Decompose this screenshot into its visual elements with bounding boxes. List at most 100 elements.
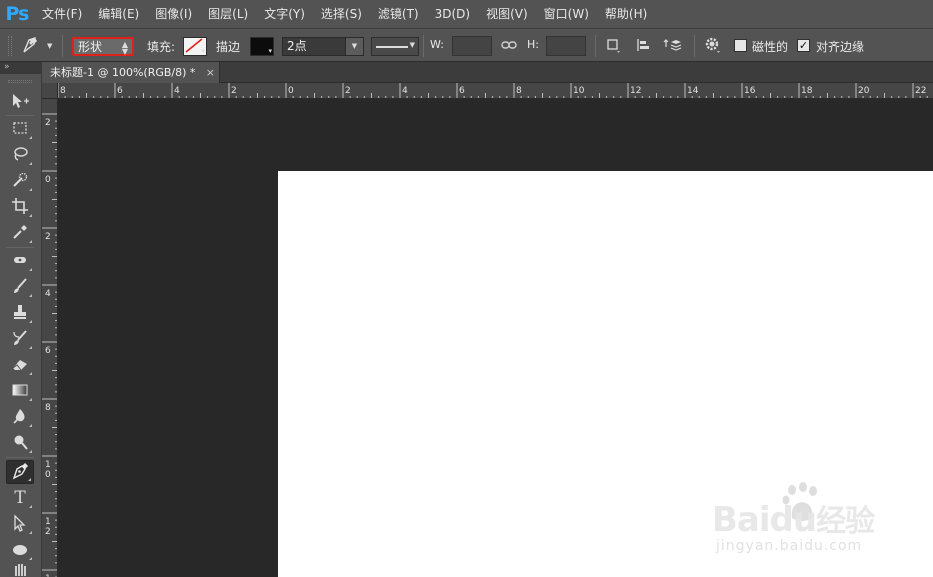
ruler-label: 12: [630, 86, 641, 96]
magnetic-checkbox[interactable]: [734, 39, 747, 52]
path-operations-button[interactable]: [602, 36, 624, 56]
bandage-icon: [11, 251, 29, 272]
document-tab-title: 未标题-1 @ 100%(RGB/8) *: [50, 66, 196, 79]
ruler-label: 4: [402, 86, 408, 96]
menu-filter[interactable]: 滤镜(T): [370, 0, 427, 28]
ruler-label: 6: [459, 86, 465, 96]
watermark-brand: Baidu经验: [712, 500, 875, 540]
crop-icon: [11, 197, 29, 218]
hand-tool[interactable]: [6, 564, 34, 577]
ruler-label: 14: [687, 86, 699, 96]
pen-icon: [20, 34, 46, 59]
arrange-layers-icon: [663, 37, 683, 56]
fill-label: 填充:: [147, 40, 176, 54]
ruler-label: 0: [45, 470, 51, 480]
menu-select[interactable]: 选择(S): [313, 0, 370, 28]
quick-selection-tool[interactable]: [6, 169, 34, 193]
history-brush-tool[interactable]: [6, 327, 34, 351]
chevron-down-icon: ▼: [409, 41, 415, 49]
stamp-icon: [11, 303, 29, 324]
ruler-label: 22: [915, 86, 926, 96]
horizontal-ruler[interactable]: 8 6 4 2 0 2 4 6 8 10 12 14 16 18 20 22: [58, 83, 933, 99]
align-edges-checkbox[interactable]: ✓: [797, 39, 810, 52]
crop-tool[interactable]: [6, 195, 34, 219]
ruler-label: 2: [45, 118, 51, 128]
menu-edit[interactable]: 编辑(E): [90, 0, 147, 28]
tool-preset-picker[interactable]: ▼: [20, 34, 60, 58]
droplet-icon: [11, 407, 29, 428]
type-tool[interactable]: T: [6, 486, 34, 510]
spinner-icon: ▲ ▼: [121, 40, 128, 56]
stroke-label: 描边: [216, 40, 241, 54]
ruler-label: 1: [45, 517, 51, 527]
ruler-label: 16: [744, 86, 756, 96]
clone-stamp-tool[interactable]: [6, 301, 34, 325]
history-brush-icon: [11, 329, 29, 350]
spot-healing-tool[interactable]: [6, 249, 34, 273]
dodge-tool[interactable]: [6, 431, 34, 455]
stroke-swatch[interactable]: ▾: [250, 37, 274, 56]
menu-type[interactable]: 文字(Y): [256, 0, 313, 28]
path-selection-tool[interactable]: [6, 512, 34, 536]
menu-layer[interactable]: 图层(L): [200, 0, 256, 28]
fill-swatch[interactable]: ▾: [183, 37, 207, 56]
chevron-down-icon: ▼: [47, 42, 53, 50]
height-label: H:: [527, 38, 539, 51]
divider: [595, 35, 596, 57]
close-icon[interactable]: ×: [206, 62, 215, 83]
menu-window[interactable]: 窗口(W): [536, 0, 597, 28]
divider: [423, 35, 424, 57]
eyedropper-tool[interactable]: [6, 221, 34, 245]
menu-3d[interactable]: 3D(D): [427, 0, 478, 28]
stroke-width-value: 2点: [287, 39, 307, 53]
vertical-ruler[interactable]: 202468101214: [42, 99, 58, 577]
ruler-label: 1: [45, 460, 51, 470]
menu-bar: Ps 文件(F) 编辑(E) 图像(I) 图层(L) 文字(Y) 选择(S) 滤…: [0, 0, 933, 28]
ruler-label: 4: [174, 86, 180, 96]
lasso-tool[interactable]: [6, 143, 34, 167]
blur-tool[interactable]: [6, 405, 34, 429]
baidu-jingyan-watermark: Baidu经验 jingyan.baidu.com: [712, 478, 892, 558]
chevron-down-icon: ▾: [201, 47, 205, 55]
chevron-down-icon: ▼: [345, 38, 363, 55]
tools-panel-collapse[interactable]: »: [0, 62, 42, 74]
menu-file[interactable]: 文件(F): [34, 0, 90, 28]
marquee-icon: [11, 119, 29, 140]
link-dimensions-button[interactable]: [498, 36, 520, 56]
ruler-label: 10: [573, 86, 585, 96]
path-arrangement-button[interactable]: [662, 36, 684, 56]
ruler-label: 20: [858, 86, 870, 96]
menu-image[interactable]: 图像(I): [147, 0, 200, 28]
stroke-width-dropdown[interactable]: 2点 ▼: [282, 37, 364, 56]
chevron-down-icon: ▾: [268, 47, 272, 55]
move-icon: [10, 92, 30, 113]
geometry-options-button[interactable]: [702, 36, 724, 56]
stroke-type-dropdown[interactable]: ▼: [371, 37, 419, 56]
align-icon: [635, 37, 651, 56]
lasso-icon: [11, 145, 29, 166]
height-input[interactable]: [546, 36, 586, 56]
divider: [6, 247, 34, 248]
path-alignment-button[interactable]: [632, 36, 654, 56]
ruler-origin[interactable]: [42, 83, 58, 99]
ruler-label: 8: [60, 86, 66, 96]
document-tab[interactable]: 未标题-1 @ 100%(RGB/8) * ×: [42, 62, 220, 83]
pen-icon: [11, 462, 29, 483]
tools-grip[interactable]: [8, 80, 32, 83]
marquee-tool[interactable]: [6, 117, 34, 141]
align-edges-label: 对齐边缘: [816, 40, 865, 54]
brush-tool[interactable]: [6, 275, 34, 299]
eraser-tool[interactable]: [6, 353, 34, 377]
options-bar: ▼ 形状 ▲ ▼ 填充: ▾ 描边 ▾ 2点 ▼ ▼ W: H: 磁性的 ✓ 对…: [0, 28, 933, 62]
ruler-label: 0: [288, 86, 294, 96]
width-input[interactable]: [452, 36, 492, 56]
menu-view[interactable]: 视图(V): [478, 0, 536, 28]
menu-help[interactable]: 帮助(H): [597, 0, 655, 28]
pen-tool[interactable]: [6, 460, 34, 484]
width-label: W:: [430, 38, 444, 51]
ellipse-tool[interactable]: [6, 538, 34, 562]
options-grip[interactable]: [8, 36, 12, 56]
move-tool[interactable]: [6, 90, 34, 114]
tool-mode-select[interactable]: 形状 ▲ ▼: [72, 37, 134, 56]
gradient-tool[interactable]: [6, 379, 34, 403]
